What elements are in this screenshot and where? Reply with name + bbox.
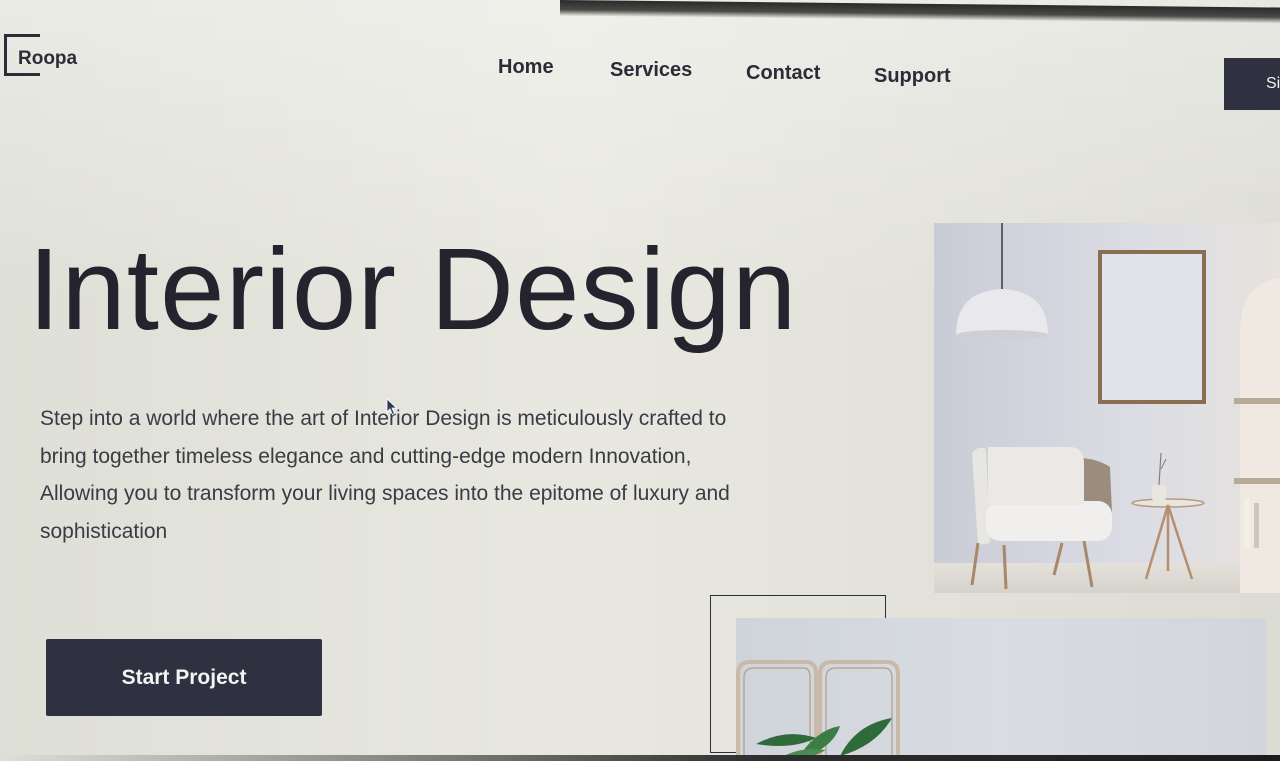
- nav-link-contact[interactable]: Contact: [746, 62, 820, 85]
- room-photo: [934, 223, 1280, 593]
- lounge-chair-room-illustration: [934, 223, 1280, 593]
- mouse-cursor-icon: [386, 398, 398, 416]
- start-project-button[interactable]: Start Project: [46, 639, 322, 716]
- sign-in-button[interactable]: Si: [1224, 58, 1280, 110]
- brand-name: Roopa: [18, 48, 78, 69]
- nav-link-home[interactable]: Home: [498, 56, 554, 79]
- brand-logo[interactable]: Roopa: [2, 34, 112, 80]
- nav-link-services[interactable]: Services: [610, 59, 692, 82]
- hero-description: Step into a world where the art of Inter…: [40, 407, 730, 543]
- hero-title: Interior Design: [28, 224, 798, 354]
- window-plant-illustration: [736, 618, 1266, 761]
- nav-link-support[interactable]: Support: [874, 65, 951, 88]
- window-plant-photo: [736, 618, 1266, 761]
- monitor-bezel-bottom: [0, 755, 1280, 761]
